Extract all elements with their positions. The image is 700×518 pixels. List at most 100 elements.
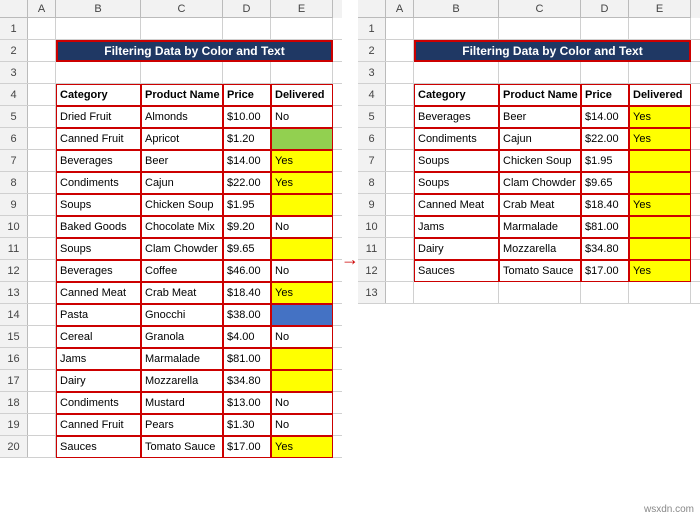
- row-num: 2: [358, 40, 386, 61]
- rcell-1a: [386, 18, 414, 40]
- row-num: 2: [0, 40, 28, 61]
- rcell-10d: $81.00: [581, 216, 629, 238]
- cell-19b: Canned Fruit: [56, 414, 141, 436]
- cell-16e: [271, 348, 333, 370]
- cell-8b: Condiments: [56, 172, 141, 194]
- cell-7e: Yes: [271, 150, 333, 172]
- cell-7a: [28, 150, 56, 172]
- col-c-header: C: [141, 0, 223, 18]
- header-category: Category: [56, 84, 141, 106]
- cell-7c: Beer: [141, 150, 223, 172]
- row-num: 13: [358, 282, 386, 303]
- rcell-13b: [414, 282, 499, 304]
- cell-14e: [271, 304, 333, 326]
- cell-14c: Gnocchi: [141, 304, 223, 326]
- cell-11d: $9.65: [223, 238, 271, 260]
- rcell-12e: Yes: [629, 260, 691, 282]
- cell-20d: $17.00: [223, 436, 271, 458]
- right-col-headers: A B C D E: [358, 0, 700, 18]
- row-num: 8: [0, 172, 28, 193]
- rcell-7b: Soups: [414, 150, 499, 172]
- cell-13b: Canned Meat: [56, 282, 141, 304]
- rcell-8e: [629, 172, 691, 194]
- rcell-11d: $34.80: [581, 238, 629, 260]
- cell-16d: $81.00: [223, 348, 271, 370]
- rcell-5d: $14.00: [581, 106, 629, 128]
- right-col-d-header: D: [581, 0, 629, 18]
- cell-1d: [223, 18, 271, 40]
- rcell-10a: [386, 216, 414, 238]
- cell-12a: [28, 260, 56, 282]
- left-row-5: 5 Dried Fruit Almonds $10.00 No: [0, 106, 342, 128]
- cell-10d: $9.20: [223, 216, 271, 238]
- row-num: 10: [358, 216, 386, 237]
- header-product-name: Product Name: [141, 84, 223, 106]
- row-num: 8: [358, 172, 386, 193]
- right-row-12: 12 Sauces Tomato Sauce $17.00 Yes: [358, 260, 700, 282]
- row-num: 6: [0, 128, 28, 149]
- row-num: 11: [0, 238, 28, 259]
- cell-5a: [28, 106, 56, 128]
- rcell-6b: Condiments: [414, 128, 499, 150]
- rcell-6c: Cajun: [499, 128, 581, 150]
- cell-19c: Pears: [141, 414, 223, 436]
- left-row-4: 4 Category Product Name Price Delivered: [0, 84, 342, 106]
- corner: [0, 0, 28, 18]
- cell-11a: [28, 238, 56, 260]
- cell-18e: No: [271, 392, 333, 414]
- right-header-product-name: Product Name: [499, 84, 581, 106]
- cell-16b: Jams: [56, 348, 141, 370]
- col-e-header: E: [271, 0, 333, 18]
- row-num: 13: [0, 282, 28, 303]
- left-row-14: 14 Pasta Gnocchi $38.00: [0, 304, 342, 326]
- right-row-2: 2 Filtering Data by Color and Text: [358, 40, 700, 62]
- rcell-7c: Chicken Soup: [499, 150, 581, 172]
- left-row-10: 10 Baked Goods Chocolate Mix $9.20 No: [0, 216, 342, 238]
- rcell-11a: [386, 238, 414, 260]
- row-num: 4: [358, 84, 386, 105]
- cell-15a: [28, 326, 56, 348]
- cell-8a: [28, 172, 56, 194]
- left-row-18: 18 Condiments Mustard $13.00 No: [0, 392, 342, 414]
- rcell-9a: [386, 194, 414, 216]
- left-row-20: 20 Sauces Tomato Sauce $17.00 Yes: [0, 436, 342, 458]
- cell-10a: [28, 216, 56, 238]
- rcell-3a: [386, 62, 414, 84]
- row-num: 3: [0, 62, 28, 83]
- right-spreadsheet: A B C D E 1 2 Filtering Data by Color an…: [358, 0, 700, 518]
- row-num: 10: [0, 216, 28, 237]
- rcell-9d: $18.40: [581, 194, 629, 216]
- row-num: 5: [0, 106, 28, 127]
- right-row-6: 6 Condiments Cajun $22.00 Yes: [358, 128, 700, 150]
- cell-12d: $46.00: [223, 260, 271, 282]
- right-row-10: 10 Jams Marmalade $81.00: [358, 216, 700, 238]
- cell-9c: Chicken Soup: [141, 194, 223, 216]
- row-num: 18: [0, 392, 28, 413]
- left-title-cell: Filtering Data by Color and Text: [56, 40, 333, 62]
- row-num: 11: [358, 238, 386, 259]
- cell-20e: Yes: [271, 436, 333, 458]
- right-header-price: Price: [581, 84, 629, 106]
- cell-20b: Sauces: [56, 436, 141, 458]
- rcell-3e: [629, 62, 691, 84]
- watermark: wsxdn.com: [644, 504, 694, 515]
- row-num: 12: [0, 260, 28, 281]
- cell-9e: [271, 194, 333, 216]
- right-row-7: 7 Soups Chicken Soup $1.95: [358, 150, 700, 172]
- left-row-9: 9 Soups Chicken Soup $1.95: [0, 194, 342, 216]
- row-num: 4: [0, 84, 28, 105]
- cell-11c: Clam Chowder: [141, 238, 223, 260]
- rcell-9c: Crab Meat: [499, 194, 581, 216]
- left-row-13: 13 Canned Meat Crab Meat $18.40 Yes: [0, 282, 342, 304]
- cell-5b: Dried Fruit: [56, 106, 141, 128]
- rcell-4a: [386, 84, 414, 106]
- rcell-5b: Beverages: [414, 106, 499, 128]
- arrow-indicator: →: [342, 0, 358, 518]
- cell-3b: [56, 62, 141, 84]
- rcell-13c: [499, 282, 581, 304]
- rcell-11e: [629, 238, 691, 260]
- cell-19a: [28, 414, 56, 436]
- row-num: 19: [0, 414, 28, 435]
- cell-12c: Coffee: [141, 260, 223, 282]
- cell-11b: Soups: [56, 238, 141, 260]
